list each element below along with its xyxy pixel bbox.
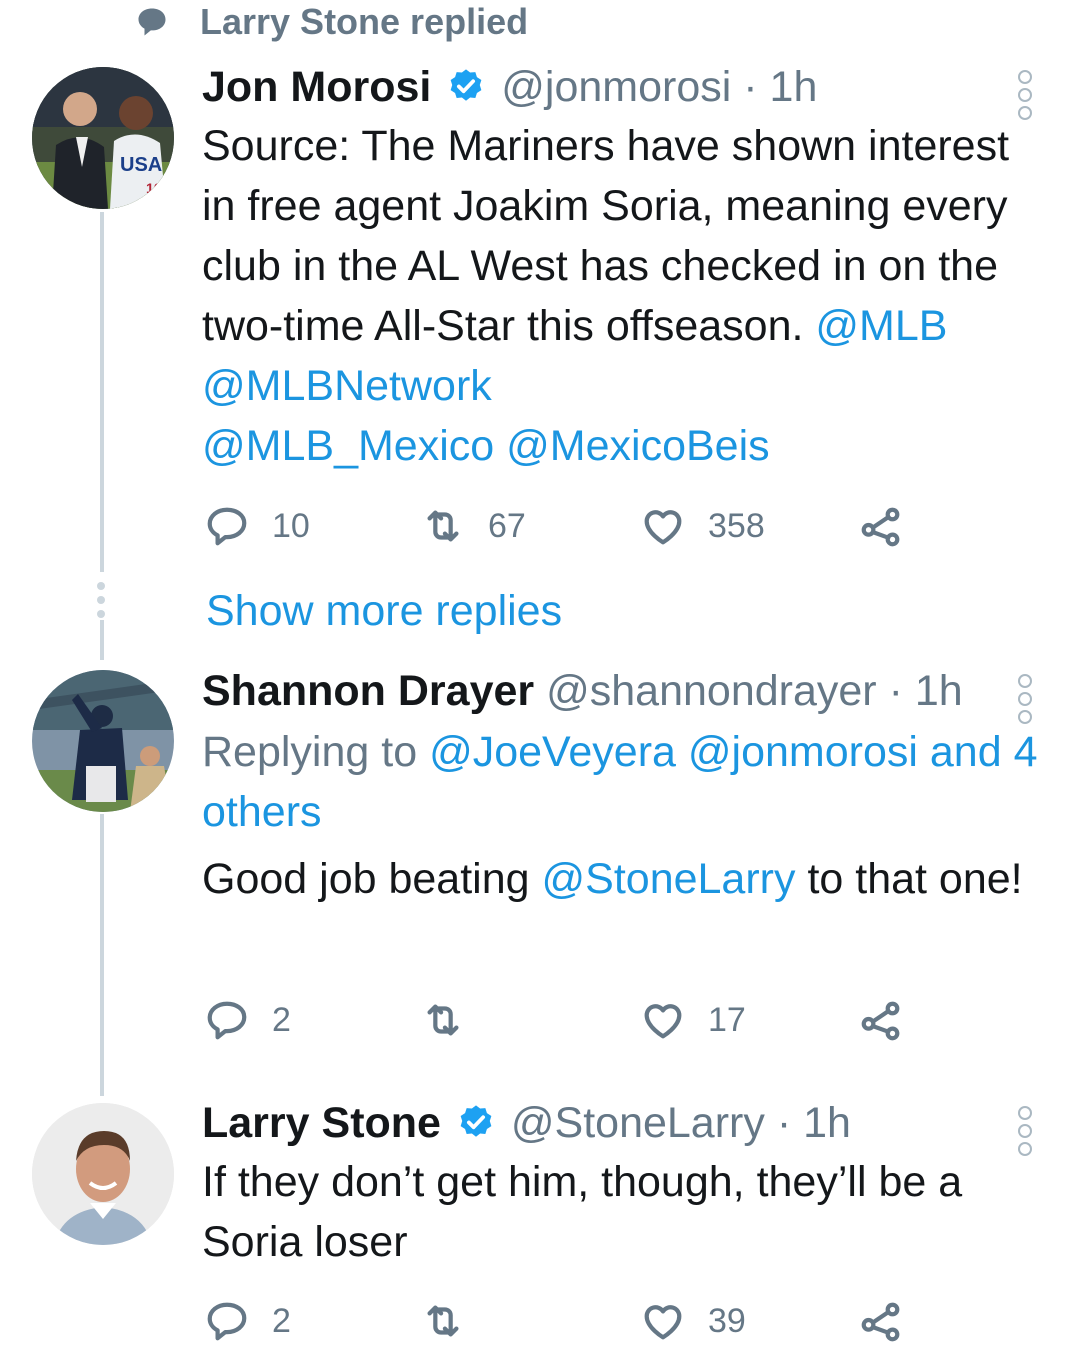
reply-icon xyxy=(207,1001,247,1040)
timestamp[interactable]: · 1h xyxy=(889,667,963,715)
text-space xyxy=(494,422,506,470)
replying-prefix: Replying to xyxy=(202,728,430,776)
more-vertical-icon[interactable] xyxy=(1018,674,1034,728)
tweet-text-body: to that one! xyxy=(795,855,1023,903)
mention-link[interactable]: @StoneLarry xyxy=(542,855,796,903)
verified-badge-icon xyxy=(450,69,482,101)
display-name[interactable]: Jon Morosi xyxy=(202,63,431,111)
like-count: 17 xyxy=(708,1000,746,1039)
context-header: Larry Stone replied xyxy=(134,0,528,44)
context-label[interactable]: Larry Stone replied xyxy=(200,1,528,43)
heart-icon xyxy=(644,1305,682,1340)
retweet-button[interactable]: 67 xyxy=(420,503,526,549)
timestamp[interactable]: · 1h xyxy=(743,63,817,111)
retweet-icon xyxy=(427,510,459,542)
reply-count: 2 xyxy=(272,1301,291,1340)
reply-icon xyxy=(207,507,247,546)
mention-link[interactable]: @MLB xyxy=(815,302,947,350)
verified-badge-icon xyxy=(460,1105,492,1137)
replying-to-line: Replying to @JoeVeyera @jonmorosi and 4 … xyxy=(202,722,1042,842)
heart-icon xyxy=(644,510,682,545)
thread-gap-dots xyxy=(96,582,106,624)
like-count: 358 xyxy=(708,506,765,545)
speech-bubble-icon xyxy=(138,8,166,36)
avatar[interactable]: USA 10 xyxy=(32,67,174,209)
retweet-button[interactable] xyxy=(420,997,488,1043)
reply-count: 10 xyxy=(272,506,310,545)
share-button[interactable] xyxy=(858,997,904,1043)
handle[interactable]: @jonmorosi xyxy=(501,63,731,111)
retweet-button[interactable] xyxy=(420,1298,488,1344)
share-icon xyxy=(861,1302,900,1342)
reply-button[interactable]: 2 xyxy=(204,997,291,1043)
mention-link[interactable]: @MexicoBeis xyxy=(506,422,770,470)
like-button[interactable]: 17 xyxy=(640,997,746,1043)
tweet-header: Larry Stone @StoneLarry · 1h xyxy=(202,1097,851,1149)
share-icon xyxy=(861,507,900,547)
retweet-count: 67 xyxy=(488,506,526,545)
reply-button[interactable]: 10 xyxy=(204,503,310,549)
share-button[interactable] xyxy=(858,503,904,549)
thread-line-2 xyxy=(100,620,104,660)
handle[interactable]: @shannondrayer xyxy=(546,667,877,715)
thread-line-3 xyxy=(100,814,104,1096)
timestamp[interactable]: · 1h xyxy=(777,1099,851,1147)
tweet-header: Jon Morosi @jonmorosi · 1h xyxy=(202,61,817,113)
avatar[interactable] xyxy=(32,1103,174,1245)
show-more-replies-link[interactable]: Show more replies xyxy=(206,585,562,637)
handle[interactable]: @StoneLarry xyxy=(511,1099,765,1147)
reply-icon xyxy=(207,1302,247,1341)
svg-text:USA: USA xyxy=(120,154,162,176)
retweet-icon xyxy=(427,1305,459,1337)
svg-text:10: 10 xyxy=(146,180,162,196)
tweet-text: If they don’t get him, though, they’ll b… xyxy=(202,1152,1042,1272)
display-name[interactable]: Shannon Drayer xyxy=(202,667,534,715)
like-count: 39 xyxy=(708,1301,746,1340)
reply-button[interactable]: 2 xyxy=(204,1298,291,1344)
avatar[interactable] xyxy=(32,670,174,812)
like-button[interactable]: 358 xyxy=(640,503,765,549)
mention-link[interactable]: @MLB_Mexico xyxy=(202,422,494,470)
display-name[interactable]: Larry Stone xyxy=(202,1099,441,1147)
tweet-text-body: If they don’t get him, though, they’ll b… xyxy=(202,1158,963,1266)
tweet-text: Good job beating @StoneLarry to that one… xyxy=(202,849,1042,909)
mention-link[interactable]: @MLBNetwork xyxy=(202,362,492,410)
reply-count: 2 xyxy=(272,1000,291,1039)
thread-line-1 xyxy=(100,212,104,572)
like-button[interactable]: 39 xyxy=(640,1298,746,1344)
heart-icon xyxy=(644,1004,682,1039)
tweet-header: Shannon Drayer @shannondrayer · 1h xyxy=(202,665,963,717)
tweet-text-body: Good job beating xyxy=(202,855,542,903)
share-icon xyxy=(861,1001,900,1041)
tweet-text: Source: The Mariners have shown interest… xyxy=(202,116,1042,476)
share-button[interactable] xyxy=(858,1298,904,1344)
retweet-icon xyxy=(427,1004,459,1036)
